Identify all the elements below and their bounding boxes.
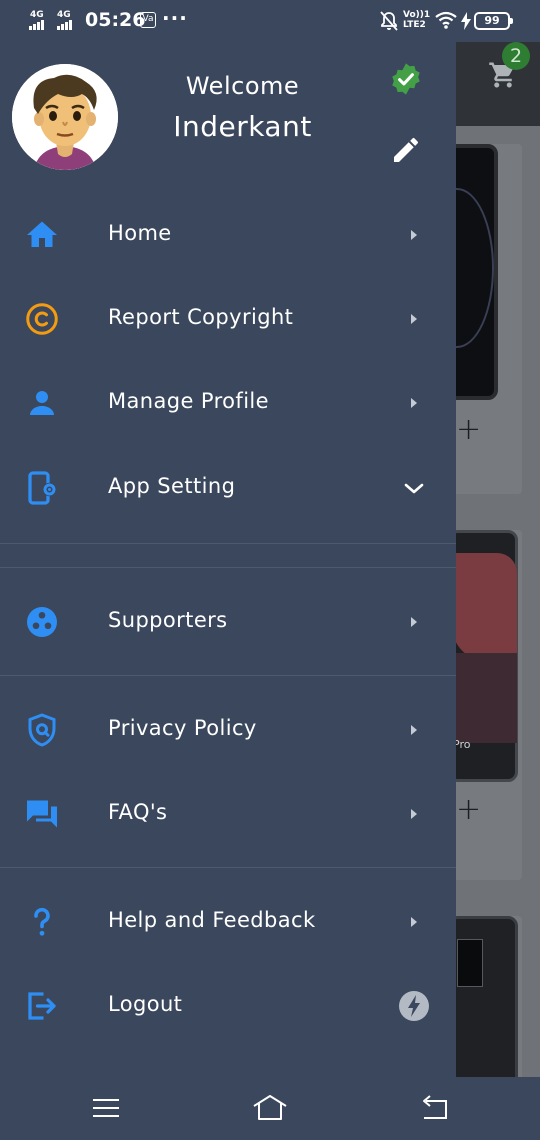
clock: 05:26 — [85, 9, 146, 31]
more-notifications-icon: ··· — [162, 6, 188, 30]
divider — [0, 543, 456, 544]
chat-icon — [27, 800, 57, 828]
chevron-down-icon — [404, 483, 424, 494]
person-icon — [30, 391, 54, 415]
divider — [0, 567, 456, 568]
menu-item-label: Logout — [108, 992, 183, 1016]
logout-icon — [28, 992, 56, 1020]
avatar-illustration — [12, 64, 118, 170]
avatar[interactable] — [12, 64, 118, 170]
menu-item-label: Supporters — [108, 608, 228, 632]
notification-app-icon: Va — [140, 12, 156, 28]
menu-item-supporters[interactable]: Supporters — [0, 590, 456, 654]
bell-muted-icon — [380, 11, 398, 31]
status-bar: 4G 4G 05:26 Va ··· Vo))1 LTE2 99 — [0, 0, 540, 42]
wifi-icon — [435, 11, 457, 29]
menu-item-label: Manage Profile — [108, 389, 269, 413]
network-type-1: 4G — [30, 10, 44, 20]
menu-item-report-copyright[interactable]: Report Copyright — [0, 287, 456, 351]
divider — [0, 867, 456, 868]
system-navigation-bar — [0, 1077, 540, 1140]
product-model-label: Pro — [456, 738, 471, 751]
background-screen: 2 + Pro + — [456, 42, 540, 1077]
chevron-right-icon — [411, 725, 417, 735]
menu-item-manage-profile[interactable]: Manage Profile — [0, 371, 456, 435]
menu-item-privacy-policy[interactable]: Privacy Policy — [0, 698, 456, 762]
menu-item-app-setting[interactable]: App Setting — [0, 456, 456, 520]
chevron-right-icon — [411, 398, 417, 408]
product-card[interactable] — [456, 916, 522, 1077]
background-header: 2 — [456, 42, 540, 126]
menu-item-home[interactable]: Home — [0, 203, 456, 267]
phone-settings-icon — [28, 471, 57, 505]
navigation-drawer: Welcome Inderkant Home Report Copyright … — [0, 42, 456, 1077]
menu-item-label: Home — [108, 221, 172, 245]
username: Inderkant — [173, 110, 312, 143]
home-icon — [27, 221, 57, 247]
add-to-cart-icon[interactable]: + — [456, 792, 481, 827]
signal-strength-icon — [57, 20, 72, 30]
chevron-right-icon — [411, 917, 417, 927]
cart-count-badge: 2 — [502, 42, 530, 70]
product-card[interactable]: Pro + — [456, 530, 522, 880]
menu-item-label: FAQ's — [108, 800, 168, 824]
help-icon — [34, 907, 50, 936]
menu-item-logout[interactable]: Logout — [0, 974, 456, 1038]
product-image: Pro — [456, 530, 518, 782]
charging-icon — [461, 12, 471, 30]
menu-item-faqs[interactable]: FAQ's — [0, 782, 456, 846]
supporters-icon — [27, 607, 57, 637]
battery-level: 99 — [474, 12, 513, 30]
chevron-right-icon — [411, 617, 417, 627]
network-type-2: 4G — [57, 10, 71, 20]
chevron-right-icon — [411, 809, 417, 819]
add-to-cart-icon[interactable]: + — [456, 412, 481, 447]
back-icon[interactable] — [414, 1091, 454, 1125]
product-image — [456, 144, 498, 400]
menu-item-label: Privacy Policy — [108, 716, 257, 740]
edit-profile-icon[interactable] — [390, 134, 422, 166]
quick-action-bolt-icon[interactable] — [398, 990, 430, 1022]
menu-icon[interactable] — [86, 1091, 126, 1125]
home-nav-icon[interactable] — [250, 1091, 290, 1125]
menu-item-help-and-feedback[interactable]: Help and Feedback — [0, 890, 456, 954]
menu-item-label: App Setting — [108, 474, 236, 498]
chevron-right-icon — [411, 314, 417, 324]
chevron-right-icon — [411, 230, 417, 240]
menu-item-label: Report Copyright — [108, 305, 294, 329]
welcome-text: Welcome — [185, 72, 300, 100]
divider — [0, 675, 456, 676]
verified-badge-icon — [392, 63, 420, 95]
copyright-icon — [26, 303, 58, 335]
signal-strength-icon — [29, 20, 44, 30]
shield-icon — [28, 713, 56, 747]
volte-indicator: Vo))1 LTE2 — [403, 10, 431, 30]
product-card[interactable]: + — [456, 144, 522, 494]
menu-item-label: Help and Feedback — [108, 908, 316, 932]
product-image — [456, 916, 518, 1077]
